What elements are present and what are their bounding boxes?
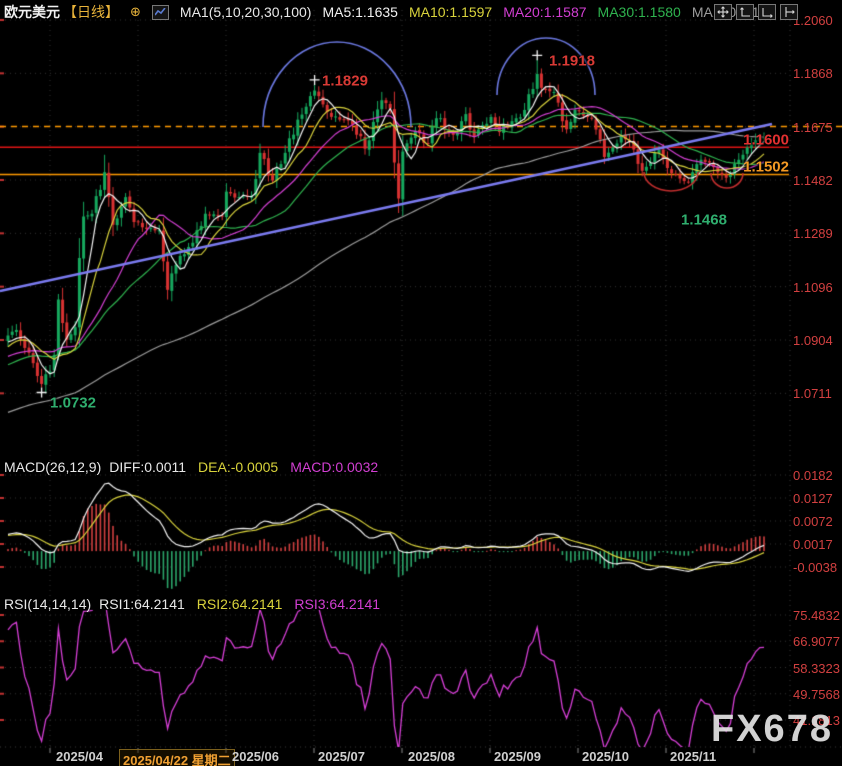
settings-icon[interactable]: ⊕ bbox=[130, 4, 141, 20]
price-tick-label: 1.0904 bbox=[793, 333, 833, 348]
symbol-title: 欧元美元 bbox=[4, 2, 60, 22]
date-label: 2025/04 bbox=[56, 749, 103, 764]
watermark: FX678 bbox=[711, 708, 833, 751]
chart-canvas[interactable] bbox=[0, 0, 842, 766]
macd-group-label: MACD(26,12,9) bbox=[4, 459, 101, 475]
date-label: 2025/10 bbox=[582, 749, 629, 764]
scale-x-axis-icon[interactable] bbox=[758, 4, 776, 20]
price-tick-label: 1.1868 bbox=[793, 66, 833, 81]
chart-app: 欧元美元 【日线】 ⊕ MA1(5,10,20,30,100) MA5:1.16… bbox=[0, 0, 842, 766]
rsi-tick-label: 49.7568 bbox=[793, 687, 840, 702]
chart-annotation: 1.1502 bbox=[743, 159, 789, 176]
date-label: 2025/07 bbox=[318, 749, 365, 764]
macd-diff-value: DIFF:0.0011 bbox=[109, 459, 186, 475]
chart-toolbar bbox=[714, 4, 798, 20]
pan-right-icon[interactable] bbox=[780, 4, 798, 20]
rsi-group-label: RSI(14,14,14) bbox=[4, 596, 91, 612]
move-icon[interactable] bbox=[714, 4, 732, 20]
macd-macd-value: MACD:0.0032 bbox=[290, 459, 378, 475]
macd-tick-label: 0.0182 bbox=[793, 468, 833, 483]
rsi2-value: RSI2:64.2141 bbox=[197, 596, 283, 612]
macd-tick-label: 0.0017 bbox=[793, 537, 833, 552]
macd-dea-value: DEA:-0.0005 bbox=[198, 459, 278, 475]
price-tick-label: 1.0711 bbox=[793, 386, 832, 401]
ma5-value: MA5:1.1635 bbox=[322, 4, 398, 20]
ma-group-label: MA1(5,10,20,30,100) bbox=[180, 4, 312, 20]
chart-annotation: 1.1829 bbox=[322, 73, 368, 90]
main-chart-header: 欧元美元 【日线】 ⊕ MA1(5,10,20,30,100) MA5:1.16… bbox=[4, 2, 767, 22]
chart-annotation: 1.1600 bbox=[743, 132, 789, 149]
date-label: 2025/08 bbox=[408, 749, 455, 764]
rsi-tick-label: 66.9077 bbox=[793, 634, 840, 649]
rsi-tick-label: 58.3323 bbox=[793, 661, 840, 676]
date-label: 2025/06 bbox=[232, 749, 279, 764]
chart-annotation: 1.1918 bbox=[549, 53, 595, 70]
macd-header: MACD(26,12,9) DIFF:0.0011 DEA:-0.0005 MA… bbox=[4, 459, 378, 475]
price-tick-label: 1.1096 bbox=[793, 280, 833, 295]
chart-annotation: 1.0732 bbox=[50, 395, 96, 412]
macd-tick-label: -0.0038 bbox=[793, 560, 837, 575]
macd-tick-label: 0.0127 bbox=[793, 491, 833, 506]
price-tick-label: 1.1289 bbox=[793, 226, 833, 241]
price-tick-label: 1.1675 bbox=[793, 120, 833, 135]
scale-y-axis-icon[interactable] bbox=[736, 4, 754, 20]
ma20-value: MA20:1.1587 bbox=[503, 4, 586, 20]
price-tick-label: 1.1482 bbox=[793, 173, 833, 188]
price-tick-label: 1.2060 bbox=[793, 13, 833, 28]
rsi-header: RSI(14,14,14) RSI1:64.2141 RSI2:64.2141 … bbox=[4, 596, 380, 612]
rsi-tick-label: 75.4832 bbox=[793, 608, 840, 623]
rsi1-value: RSI1:64.2141 bbox=[99, 596, 185, 612]
chart-annotation: 1.1468 bbox=[681, 212, 727, 229]
ma10-value: MA10:1.1597 bbox=[409, 4, 492, 20]
rsi3-value: RSI3:64.2141 bbox=[294, 596, 380, 612]
date-label: 2025/09 bbox=[494, 749, 541, 764]
ma30-value: MA30:1.1580 bbox=[598, 4, 681, 20]
macd-tick-label: 0.0072 bbox=[793, 514, 833, 529]
date-label: 2025/11 bbox=[670, 749, 716, 764]
indicator-icon[interactable] bbox=[152, 5, 169, 20]
period-label: 【日线】 bbox=[63, 2, 119, 22]
crosshair-date-label: 2025/04/22 星期二 bbox=[119, 749, 235, 766]
